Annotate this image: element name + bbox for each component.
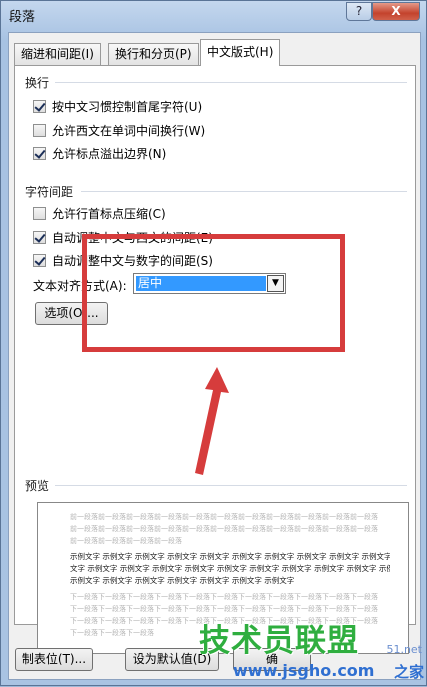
checkbox-checked-icon[interactable] <box>33 230 46 244</box>
preview-prev-line: 前一段落前一段落前一段落前一段落前一段落前一段落前一段落前一段落前一段落前一段落… <box>70 513 378 521</box>
dialog-title: 段落 <box>9 10 36 25</box>
checkbox-unchecked-icon[interactable] <box>33 123 46 137</box>
close-button[interactable]: X <box>372 2 420 21</box>
preview-box: 前一段落前一段落前一段落前一段落前一段落前一段落前一段落前一段落前一段落前一段落… <box>37 502 409 654</box>
text-alignment-value: 居中 <box>136 276 266 291</box>
checkbox-label: 按中文习惯控制首尾字符(U) <box>52 99 203 114</box>
checkbox-row-first-last-chars[interactable]: 按中文习惯控制首尾字符(U) <box>33 97 202 115</box>
checkbox-label: 允许行首标点压缩(C) <box>52 206 166 221</box>
preview-next-line: 下一段落下一段落下一段落下一段落下一段落下一段落下一段落下一段落下一段落下一段落… <box>70 593 378 601</box>
group-title-preview: 预览 <box>25 479 50 493</box>
checkbox-unchecked-icon[interactable] <box>33 206 46 220</box>
checkbox-checked-icon[interactable] <box>33 99 46 113</box>
group-divider <box>81 191 407 192</box>
help-button[interactable]: ? <box>346 2 372 21</box>
preview-sample-line: 文字 示例文字 示例文字 示例文字 示例文字 示例文字 示例文字 示例文字 示例… <box>70 564 390 573</box>
checkbox-row-hanging-punctuation[interactable]: 允许标点溢出边界(N) <box>33 144 166 162</box>
checkbox-label: 允许西文在单词中间换行(W) <box>52 123 206 138</box>
tab-indent-spacing[interactable]: 缩进和间距(I) <box>14 43 101 65</box>
tab-stops-button[interactable]: 制表位(T)... <box>15 648 93 671</box>
preview-prev-line: 前一段落前一段落前一段落前一段落 <box>70 537 182 545</box>
chevron-down-icon[interactable]: ▼ <box>267 275 284 292</box>
checkbox-row-asian-number-spacing[interactable]: 自动调整中文与数字的间距(S) <box>33 251 213 269</box>
group-title-char-spacing: 字符间距 <box>25 185 74 199</box>
checkbox-label: 允许标点溢出边界(N) <box>52 146 167 161</box>
paragraph-dialog: 段落 ? X 缩进和间距(I) 换行和分页(P) 中文版式(H) 换行 按中文习… <box>0 0 427 686</box>
group-title-wrap: 换行 <box>25 76 50 90</box>
checkbox-row-asian-latin-spacing[interactable]: 自动调整中文与西文的间距(E) <box>33 228 213 246</box>
group-divider <box>55 82 407 83</box>
preview-next-line: 下一段落下一段落下一段落下一段落下一段落下一段落下一段落下一段落下一段落下一段落… <box>70 605 378 613</box>
preview-next-line: 下一段落下一段落下一段落 <box>70 629 154 637</box>
preview-prev-line: 前一段落前一段落前一段落前一段落前一段落前一段落前一段落前一段落前一段落前一段落… <box>70 525 378 533</box>
tab-asian-typography[interactable]: 中文版式(H) <box>200 39 281 66</box>
checkbox-row-compress-punctuation[interactable]: 允许行首标点压缩(C) <box>33 204 166 222</box>
group-divider <box>55 485 407 486</box>
preview-sample-line: 示例文字 示例文字 示例文字 示例文字 示例文字 示例文字 示例文字 <box>70 576 295 585</box>
checkbox-row-latin-word-wrap[interactable]: 允许西文在单词中间换行(W) <box>33 121 205 139</box>
ok-button[interactable]: 确 <box>233 648 311 671</box>
checkbox-checked-icon[interactable] <box>33 253 46 267</box>
checkbox-label: 自动调整中文与西文的间距(E) <box>52 230 213 245</box>
preview-sample-line: 示例文字 示例文字 示例文字 示例文字 示例文字 示例文字 示例文字 示例文字 … <box>70 552 390 561</box>
options-button[interactable]: 选项(O)... <box>35 302 108 325</box>
checkbox-label: 自动调整中文与数字的间距(S) <box>52 253 213 268</box>
tab-line-page-breaks[interactable]: 换行和分页(P) <box>108 43 199 65</box>
dialog-client: 缩进和间距(I) 换行和分页(P) 中文版式(H) 换行 按中文习惯控制首尾字符… <box>8 32 421 680</box>
preview-next-line: 下一段落下一段落下一段落下一段落下一段落下一段落下一段落下一段落下一段落下一段落… <box>70 617 378 625</box>
checkbox-checked-icon[interactable] <box>33 146 46 160</box>
text-alignment-select[interactable]: 居中 ▼ <box>133 273 286 294</box>
asian-typography-panel: 换行 按中文习惯控制首尾字符(U) 允许西文在单词中间换行(W) 允许标点溢出边… <box>14 65 416 654</box>
title-bar[interactable]: 段落 ? X <box>1 1 426 33</box>
set-default-button[interactable]: 设为默认值(D) <box>125 648 219 671</box>
text-alignment-label: 文本对齐方式(A): <box>33 279 127 293</box>
